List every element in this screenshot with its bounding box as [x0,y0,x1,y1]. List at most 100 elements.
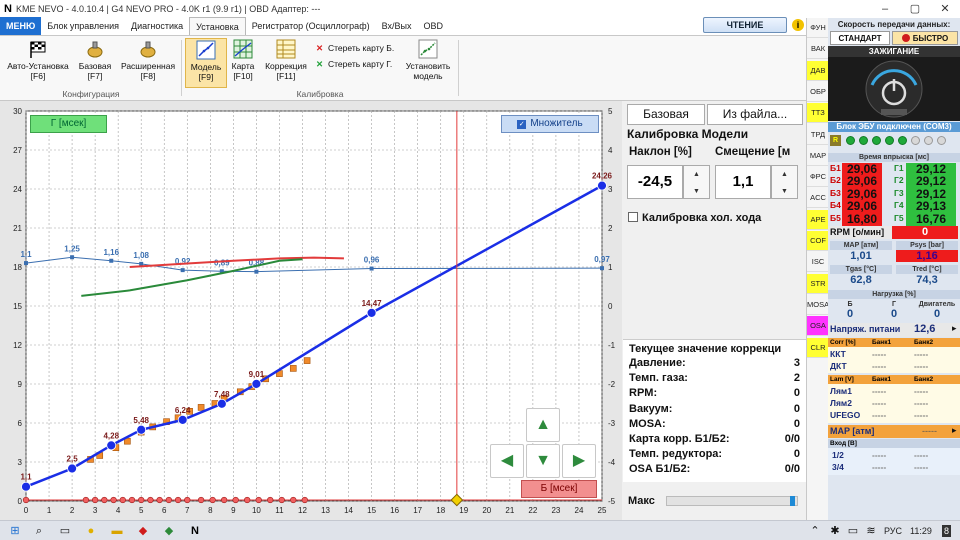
standard-speed-button[interactable]: СТАНДАРТ [830,31,890,45]
info-icon[interactable]: i [792,19,804,31]
side-tab-фрс[interactable]: ФРС [807,167,829,188]
slider-thumb[interactable] [790,496,795,506]
psys-value: 1,16 [896,250,958,262]
base-button[interactable]: Базовая [627,104,705,125]
idle-calibration-checkbox[interactable]: Калибровка хол. хода [628,212,761,224]
slope-spinner[interactable]: ▲ ▼ [683,165,710,199]
status-led [846,136,855,145]
bluetooth-icon[interactable]: ✱ [828,524,842,538]
chevron-right-icon[interactable]: ▸ [952,425,957,436]
status-led [872,136,881,145]
menu-setup[interactable]: Установка [189,17,246,35]
status-title: Текущее значение коррекци [629,343,782,355]
menu-io[interactable]: Вх/Вых [376,17,418,35]
correction-button[interactable]: Коррекция [F11] [260,38,312,88]
arrow-down-button[interactable]: ▼ [526,444,560,478]
erase-map-g-button[interactable]: ✕ Стереть карту Г. [316,58,392,70]
task-view-icon[interactable]: ▭ [58,524,72,538]
minimize-icon[interactable]: – [870,0,900,18]
auto-setup-button[interactable]: Авто-Установка [F6] [4,38,72,88]
maximize-icon[interactable]: ▢ [900,0,930,18]
y-left-tick-label: 21 [13,224,22,233]
fast-speed-button[interactable]: БЫСТРО [892,31,958,45]
side-tab-cof[interactable]: COF [807,231,829,251]
r-indicator: R [830,135,841,146]
map-value: 1,01 [850,250,872,262]
side-tab-вак[interactable]: ВАК [807,39,829,60]
side-tab-str[interactable]: STR [807,273,829,294]
basic-config-button[interactable]: Базовая [F7] [74,38,116,88]
status-row: MOSA: 0 [623,417,806,432]
chevron-right-icon[interactable]: ▸ [952,323,957,334]
side-tab-фун[interactable]: ФУН [807,18,829,38]
slope-label: Наклон [%] [629,146,692,158]
from-file-button[interactable]: Из файла... [707,104,803,125]
file-explorer-icon[interactable]: ▬ [110,524,124,538]
battery-icon[interactable]: ▭ [846,524,860,538]
side-tab-обр[interactable]: ОБР [807,81,829,102]
axis-mark [232,496,239,504]
y-left-tick-label: 18 [13,263,22,272]
ufego-bank2: ----- [914,410,929,420]
read-mode-button[interactable]: ЧТЕНИЕ [703,17,787,33]
multiplier-checkbox[interactable]: ✓ Множитель [501,115,599,133]
app-icon[interactable]: ◆ [162,524,176,538]
status-led [885,136,894,145]
notification-badge[interactable]: 8 [942,525,952,537]
tray-chevron-icon[interactable]: ⌃ [808,524,822,538]
app-icon[interactable]: ◆ [136,524,150,538]
offset-input[interactable]: 1,1 [715,165,771,199]
side-tab-isc[interactable]: ISC [807,252,829,273]
model-key: [F9] [198,72,214,82]
b-axis-button[interactable]: Б [мсек] [521,480,597,498]
wifi-icon[interactable]: ≋ [864,524,878,538]
offset-spinner[interactable]: ▲ ▼ [771,165,798,199]
side-tab-трд[interactable]: ТРД [807,124,829,145]
arrow-left-button[interactable]: ◀ [490,444,524,478]
map-atm-row: MAP [атм] ----- ▸ [828,425,960,438]
axis-mark [101,496,108,504]
slope-input[interactable]: -24,5 [627,165,683,199]
erase-map-b-button[interactable]: ✕ Стереть карту Б. [316,42,394,54]
side-tab-дав[interactable]: ДАВ [807,60,829,81]
chrome-icon[interactable]: ● [84,524,98,538]
arrow-right-button[interactable]: ▶ [562,444,596,478]
clock[interactable]: 11:29 [910,524,932,538]
close-icon[interactable]: ✕ [930,0,960,18]
menu-main[interactable]: МЕНЮ [0,17,42,35]
calibration-chart: 0 1 2 3 4 5 6 7 8 9 10 11 12 13 14 15 16 17 18 19 20 21 22 23 24… [0,101,622,520]
voltage-value: 12,6 [914,323,936,335]
erase-map-b-label: Стереть карту Б. [328,43,395,53]
side-tab-ттз[interactable]: ТТЗ [807,103,829,124]
kme-nevo-icon[interactable]: N [188,524,202,538]
install-model-button[interactable]: Установить модель [403,38,453,88]
g-axis-button[interactable]: Г [мсек] [30,115,107,133]
side-tab-osa[interactable]: OSA [807,316,829,337]
menu-diagnostics[interactable]: Диагностика [125,17,189,35]
max-slider[interactable] [666,496,798,506]
x-tick-label: 6 [162,506,167,515]
status-row: OSA Б1/Б2: 0/0 [623,462,806,477]
side-tab-clr[interactable]: CLR [807,337,829,358]
side-tab-ape[interactable]: APE [807,209,829,230]
map-atm-label: MAP [атм] [830,426,875,436]
windows-start-icon[interactable]: ⊞ [8,524,22,538]
search-icon[interactable]: ⌕ [32,524,46,538]
map-key: [F10] [233,71,253,81]
model-button[interactable]: Модель [F9] [185,38,227,88]
x-tick-label: 17 [413,506,422,515]
side-tab-acc[interactable]: ACC [807,188,829,209]
map-button[interactable]: Карта [F10] [228,38,258,88]
menu-obd[interactable]: OBD [417,17,449,35]
language-indicator[interactable]: РУС [884,524,902,538]
side-tab-mosa[interactable]: MOSA [807,294,829,315]
multiplier-data-label: 0,97 [594,255,610,264]
menu-control-unit[interactable]: Блок управления [41,17,125,35]
side-tab-map[interactable]: MAP [807,145,829,166]
menu-recorder[interactable]: Регистратор (Осциллограф) [246,17,376,35]
axis-mark [255,496,262,504]
arrow-up-button[interactable]: ▲ [526,408,560,442]
idle-calibration-label: Калибровка хол. хода [642,212,762,224]
y-right-tick-label: 5 [608,107,613,116]
extended-config-button[interactable]: Расширенная [F8] [118,38,178,88]
